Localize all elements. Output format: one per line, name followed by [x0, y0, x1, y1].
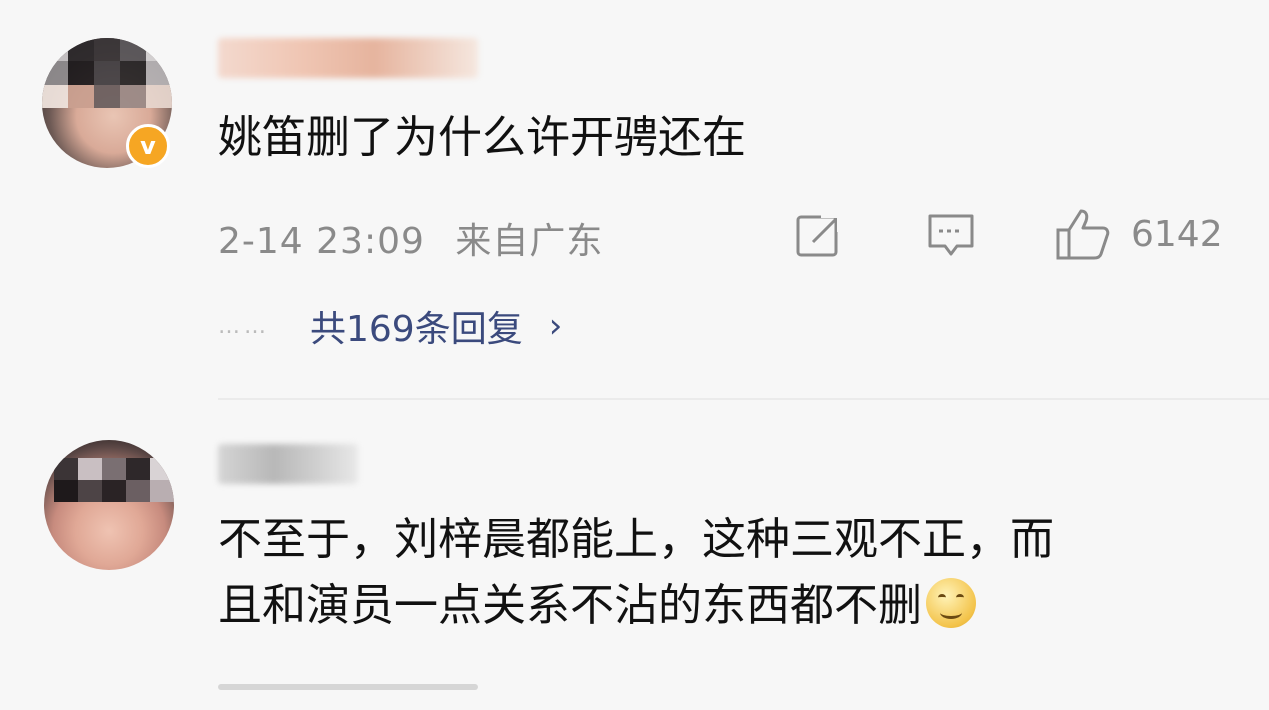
replies-count-label: 共169条回复 [310, 309, 523, 350]
comment-time: 2-14 23:09 [218, 221, 425, 262]
comment-meta: 2-14 23:09 来自广东 [218, 212, 603, 264]
comment-meta-partial [218, 680, 1218, 710]
chevron-right-icon: › [548, 306, 563, 346]
comment-item: 不至于，刘梓晨都能上，这种三观不正，而 且和演员一点关系不沾的东西都不删 [0, 400, 1269, 694]
username-blurred[interactable] [218, 444, 358, 484]
verified-badge-icon: v [126, 124, 170, 168]
comment-text-line-2-text: 且和演员一点关系不沾的东西都不删 [218, 580, 922, 631]
like-button[interactable]: 6142 [1055, 208, 1223, 260]
username-blurred[interactable] [218, 38, 478, 78]
comment-icon [928, 214, 974, 256]
comment-button[interactable] [927, 212, 975, 258]
comment-text: 姚笛删了为什么许开骋还在 [218, 112, 746, 163]
like-icon [1056, 209, 1110, 260]
share-icon [796, 212, 843, 257]
like-count: 6142 [1131, 213, 1223, 255]
view-replies-link[interactable]: …… 共169条回复 › [218, 300, 562, 352]
avatar[interactable] [44, 440, 174, 570]
comment-item: v 姚笛删了为什么许开骋还在 2-14 23:09 来自广东 6142 …… 共… [0, 0, 1269, 400]
comment-text-line-1: 不至于，刘梓晨都能上，这种三观不正，而 [218, 514, 1054, 565]
replies-dots: …… [218, 313, 270, 339]
comment-location: 来自广东 [455, 221, 604, 262]
meta-placeholder [218, 684, 478, 690]
smiley-emoji-icon [926, 578, 976, 628]
comment-text-line-2: 且和演员一点关系不沾的东西都不删 [218, 572, 976, 640]
share-button[interactable] [795, 212, 843, 258]
